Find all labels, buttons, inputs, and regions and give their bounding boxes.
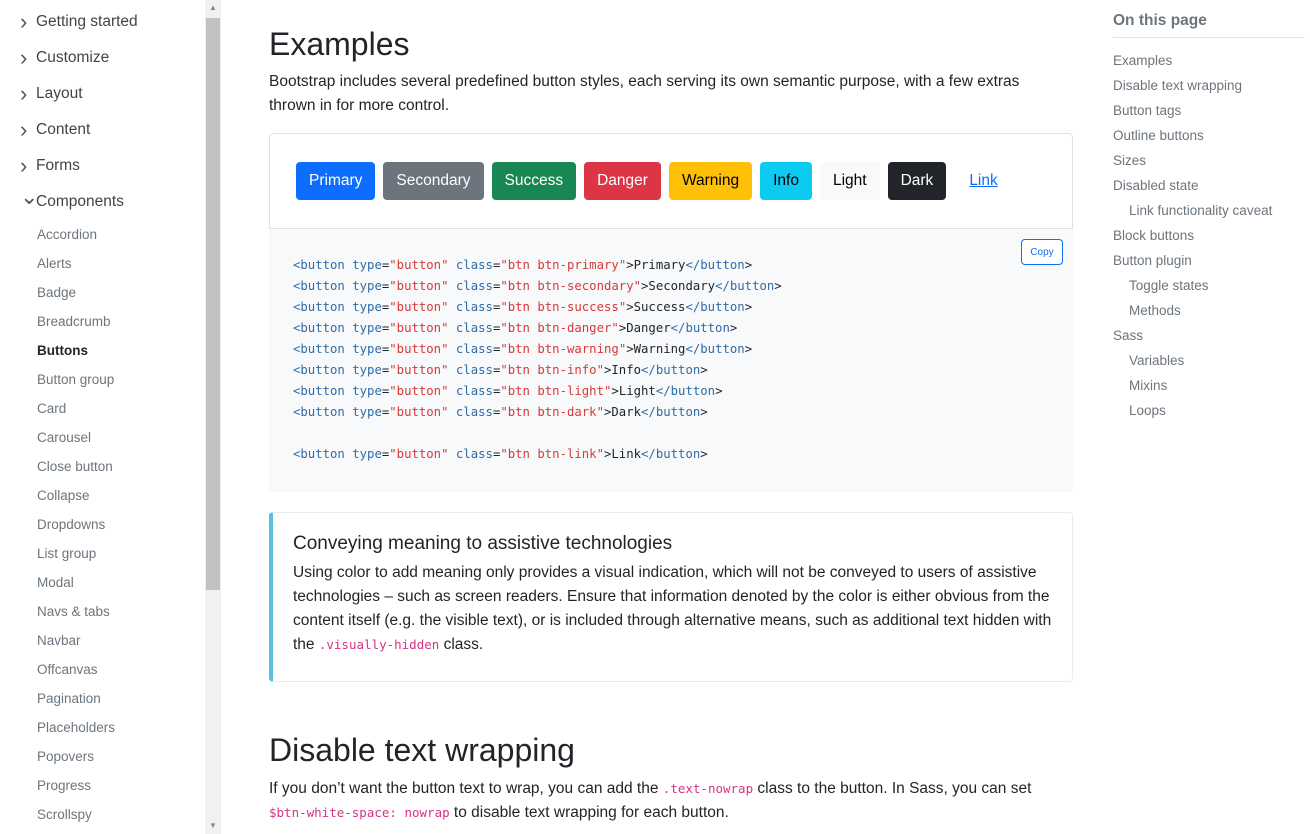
toc-link[interactable]: Loops (1113, 398, 1305, 423)
sidebar-item[interactable]: List group (0, 539, 205, 568)
sidebar-item[interactable]: Navs & tabs (0, 597, 205, 626)
chevron-down-icon: ⌄ (20, 184, 39, 209)
sidebar-section-forms[interactable]: › Forms (0, 148, 205, 184)
code-line: <button type="button" class="btn btn-inf… (293, 363, 708, 377)
sidebar-item[interactable]: Card (0, 394, 205, 423)
section-title: Disable text wrapping (269, 732, 575, 768)
chevron-right-icon: › (20, 117, 28, 142)
sidebar-item[interactable]: Placeholders (0, 713, 205, 742)
btn-info[interactable]: Info (760, 162, 812, 200)
sidebar-section-components[interactable]: ⌄ Components (0, 184, 205, 220)
toc-link[interactable]: Variables (1113, 348, 1305, 373)
btn-danger[interactable]: Danger (584, 162, 661, 200)
btn-dark[interactable]: Dark (887, 162, 947, 200)
scroll-up-arrow-icon[interactable]: ▲ (205, 0, 221, 16)
toc-link[interactable]: Block buttons (1113, 223, 1305, 248)
code-line: <button type="button" class="btn btn-lig… (293, 384, 723, 398)
sidebar-item[interactable]: Carousel (0, 423, 205, 452)
sidebar-scrollbar[interactable]: ▲ ▼ (205, 0, 221, 834)
chevron-right-icon: › (20, 153, 28, 178)
sidebar-item[interactable]: Pagination (0, 684, 205, 713)
buttons-example: Primary Secondary Success Danger Warning Info… (269, 133, 1073, 229)
sidebar-item[interactable]: Collapse (0, 481, 205, 510)
btn-warning[interactable]: Warning (668, 162, 753, 200)
sidebar-item[interactable]: Progress (0, 771, 205, 800)
section-text: If you don’t want the button text to wra… (269, 777, 1069, 825)
sidebar-item[interactable]: Navbar (0, 626, 205, 655)
inline-code: .text-nowrap (662, 781, 754, 796)
toc-link[interactable]: Link functionality caveat (1113, 198, 1305, 223)
callout-info: Conveying meaning to assistive technolog… (269, 512, 1073, 682)
chevron-right-icon: › (20, 81, 28, 106)
toc-link[interactable]: Toggle states (1113, 273, 1305, 298)
sidebar-section-label: Forms (36, 157, 80, 174)
toc-link[interactable]: Sass (1113, 323, 1305, 348)
toc-link[interactable]: Button plugin (1113, 248, 1305, 273)
toc-link[interactable]: Disabled state (1113, 173, 1305, 198)
code-snippet: <button type="button" class="btn btn-pri… (293, 255, 782, 465)
lead-text: Bootstrap includes several predefined bu… (269, 73, 1020, 114)
text: to disable text wrapping for each button… (449, 804, 729, 821)
code-line: <button type="button" class="btn btn-lin… (293, 447, 708, 461)
copy-button[interactable]: Copy (1021, 239, 1063, 265)
code-line: <button type="button" class="btn btn-dar… (293, 405, 708, 419)
code-line: <button type="button" class="btn btn-war… (293, 342, 753, 356)
inline-code: $btn-white-space: nowrap (269, 805, 450, 820)
sidebar-item[interactable]: Badge (0, 278, 205, 307)
toc-link[interactable]: Button tags (1113, 98, 1305, 123)
sidebar-item[interactable]: Popovers (0, 742, 205, 771)
sidebar-section-label: Components (36, 193, 124, 210)
text: class to the button. In Sass, you can se… (753, 780, 1032, 797)
sidebar-item[interactable]: Close button (0, 452, 205, 481)
sidebar-section-getting-started[interactable]: › Getting started (0, 4, 205, 40)
sidebar-section-layout[interactable]: › Layout (0, 76, 205, 112)
code-line: <button type="button" class="btn btn-pri… (293, 258, 753, 272)
btn-link[interactable]: Link (956, 162, 1010, 200)
page-title: Examples (269, 26, 410, 62)
sidebar-section-content[interactable]: › Content (0, 112, 205, 148)
toc-link[interactable]: Sizes (1113, 148, 1305, 173)
inline-code: .visually-hidden (318, 637, 440, 652)
sidebar-item[interactable]: Dropdowns (0, 510, 205, 539)
btn-secondary[interactable]: Secondary (383, 162, 484, 200)
callout-text: Using color to add meaning only provides… (293, 561, 1052, 657)
sidebar-item[interactable]: Offcanvas (0, 655, 205, 684)
table-of-contents: On this page Examples Disable text wrappi… (1113, 0, 1305, 423)
btn-success[interactable]: Success (491, 162, 577, 200)
sidebar-item[interactable]: Button group (0, 365, 205, 394)
chevron-right-icon: › (20, 45, 28, 70)
toc-link[interactable]: Methods (1113, 298, 1305, 323)
sidebar-nav: › Getting started › Customize › Layout › Conten… (0, 0, 205, 834)
callout-end: class. (439, 636, 484, 653)
sidebar-section-label: Customize (36, 49, 110, 66)
btn-primary[interactable]: Primary (296, 162, 376, 200)
btn-light[interactable]: Light (819, 162, 880, 200)
toc-link[interactable]: Mixins (1113, 373, 1305, 398)
code-line: <button type="button" class="btn btn-suc… (293, 300, 753, 314)
sidebar-item[interactable]: Accordion (0, 220, 205, 249)
sidebar-section-customize[interactable]: › Customize (0, 40, 205, 76)
toc-link[interactable]: Examples (1113, 48, 1305, 73)
chevron-right-icon: › (20, 9, 28, 34)
code-block: Copy <button type="button" class="btn bt… (269, 229, 1073, 492)
toc-link[interactable]: Disable text wrapping (1113, 73, 1305, 98)
sidebar-section-label: Content (36, 121, 91, 138)
callout-title: Conveying meaning to assistive technolog… (293, 533, 673, 554)
scrollbar-thumb[interactable] (206, 18, 220, 590)
code-line: <button type="button" class="btn btn-sec… (293, 279, 782, 293)
code-line: <button type="button" class="btn btn-dan… (293, 321, 738, 335)
toc-link[interactable]: Outline buttons (1113, 123, 1305, 148)
sidebar-item[interactable]: Scrollspy (0, 800, 205, 829)
sidebar-section-label: Getting started (36, 13, 138, 30)
text: If you don’t want the button text to wra… (269, 780, 663, 797)
scroll-down-arrow-icon[interactable]: ▼ (205, 818, 221, 834)
sidebar-item[interactable]: Alerts (0, 249, 205, 278)
toc-title: On this page (1113, 0, 1305, 38)
sidebar-item[interactable]: Breadcrumb (0, 307, 205, 336)
sidebar-section-label: Layout (36, 85, 83, 102)
sidebar-item[interactable]: Modal (0, 568, 205, 597)
sidebar-item[interactable]: Buttons (0, 336, 205, 365)
